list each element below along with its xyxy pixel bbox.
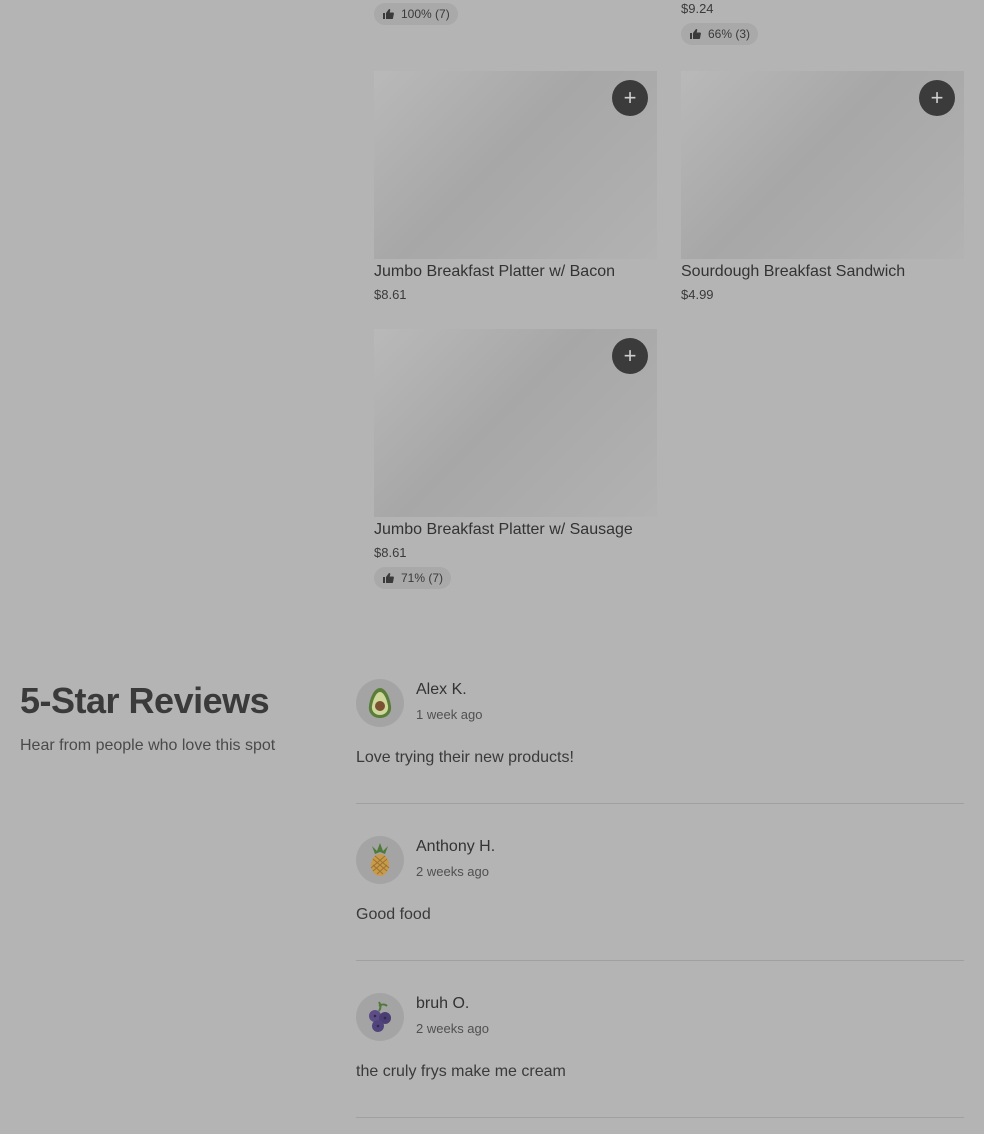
thumbs-up-icon [383,9,394,19]
item-price: $8.61 [374,287,407,302]
reviews-title: 5-Star Reviews [20,680,270,721]
rating-text: 100% (7) [401,7,450,21]
add-item-button[interactable]: + [919,80,955,116]
review-time: 1 week ago [416,707,483,722]
item-price: $8.61 [374,545,407,560]
rating-text: 66% (3) [708,27,751,41]
pineapple-icon [370,843,390,876]
menu-item-name[interactable]: Jumbo Breakfast Platter w/ Sausage [374,521,633,539]
avatar [356,993,404,1041]
avatar [356,679,404,727]
divider [356,1117,964,1118]
review-time: 2 weeks ago [416,864,489,879]
add-item-button[interactable]: + [612,338,648,374]
thumbs-up-icon [690,29,701,39]
thumbs-up-icon [383,573,394,583]
rating-badge: 66% (3) [681,23,759,45]
review-text: the cruly frys make me cream [356,1063,566,1080]
rating-badge: 71% (7) [374,567,452,589]
avatar [356,836,404,884]
rating-badge: 100% (7) [374,3,458,25]
review-time: 2 weeks ago [416,1021,489,1036]
blueberries-icon [369,1001,391,1032]
menu-item-name[interactable]: Jumbo Breakfast Platter w/ Bacon [374,263,615,281]
avocado-icon [368,688,392,718]
reviewer-name: bruh O. [416,995,470,1012]
review-text: Good food [356,906,431,923]
rating-text: 71% (7) [401,571,444,585]
reviews-subtitle: Hear from people who love this spot [20,737,276,754]
divider [356,960,964,961]
add-item-button[interactable]: + [612,80,648,116]
reviewer-name: Anthony H. [416,838,496,855]
item-price: $4.99 [681,287,714,302]
divider [356,803,964,804]
menu-item-name[interactable]: Sourdough Breakfast Sandwich [681,263,905,281]
review-text: Love trying their new products! [356,749,574,766]
reviewer-name: Alex K. [416,681,467,698]
item-price: $9.24 [681,1,714,16]
